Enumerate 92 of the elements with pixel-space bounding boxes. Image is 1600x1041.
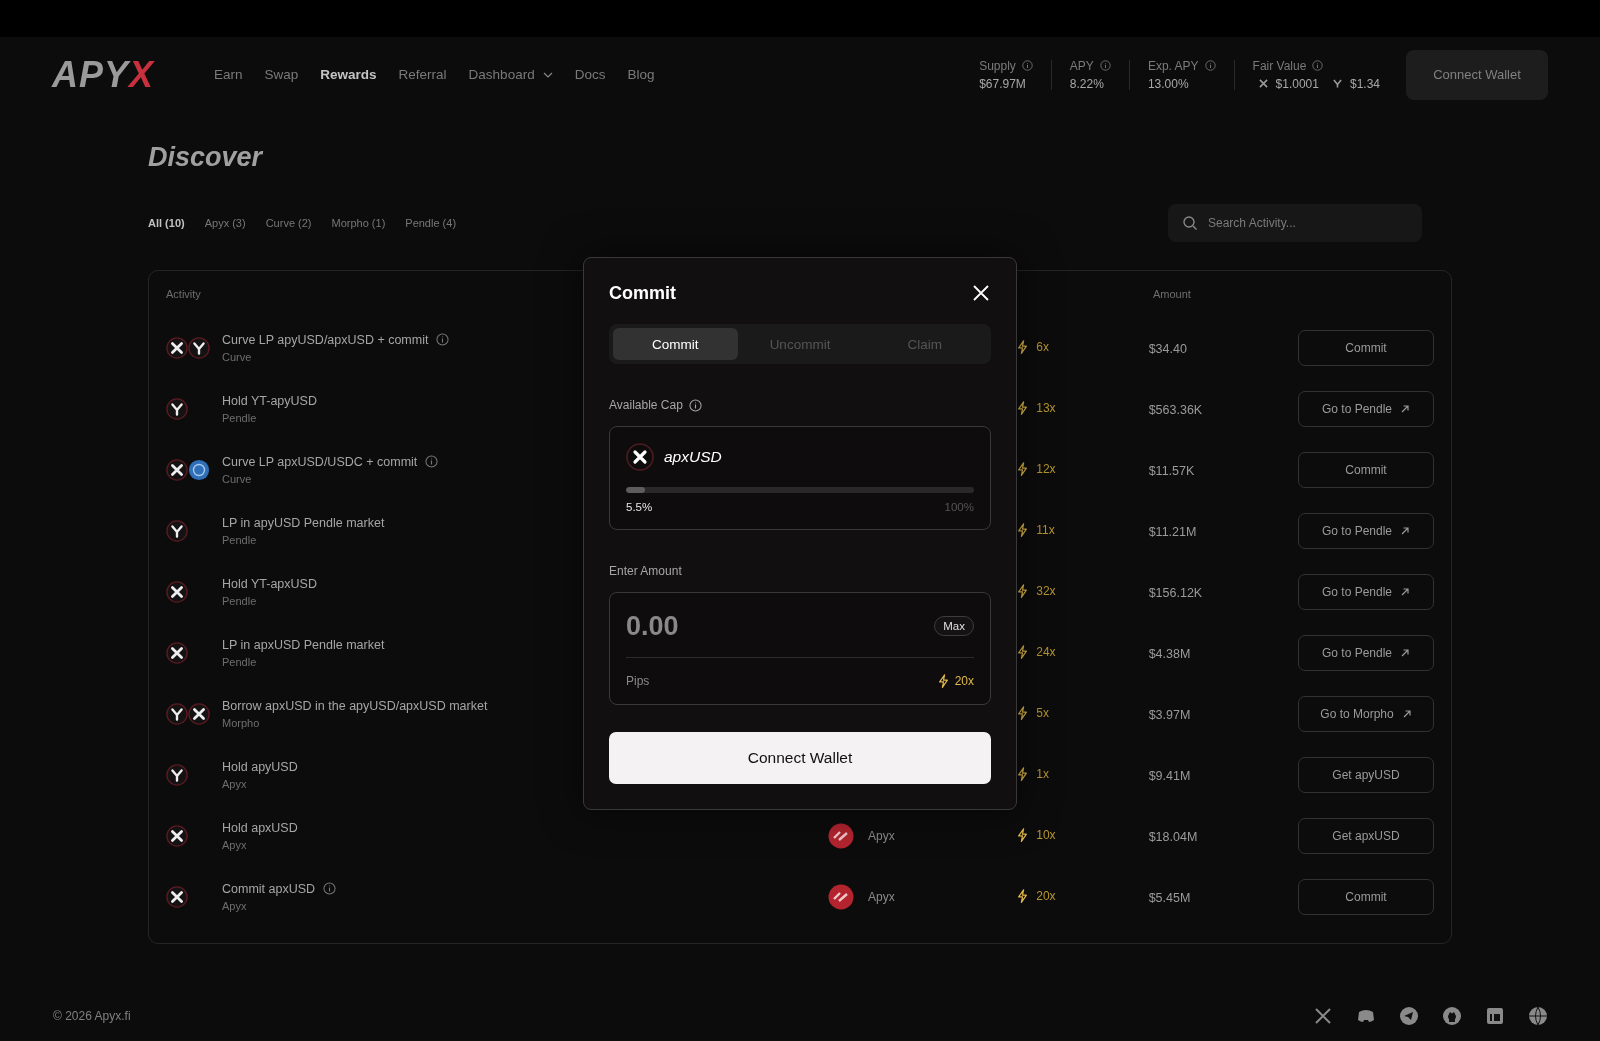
activity-source: Apyx <box>222 899 248 912</box>
filter-tab[interactable]: Curve (2) <box>265 217 312 229</box>
amount-value: $3.97M <box>1148 707 1191 722</box>
filter-tab[interactable]: Pendle (4) <box>405 217 457 229</box>
boost-value: 11x <box>1036 523 1055 538</box>
action-button[interactable]: Go to Pendle <box>1298 390 1434 427</box>
search-field[interactable]: Search Activity... <box>1168 204 1422 242</box>
amount-value: $4.38M <box>1148 646 1191 661</box>
nav-link[interactable]: Blog <box>627 67 655 82</box>
action-button[interactable]: Get apyUSD <box>1298 756 1434 793</box>
boost-value: 6x <box>1036 340 1049 355</box>
action-button[interactable]: Commit <box>1298 451 1434 488</box>
activity-title: Borrow apxUSD in the apyUSD/apxUSD market <box>222 698 488 713</box>
tab[interactable]: Commit <box>613 328 738 360</box>
activity-source: Apyx <box>222 777 248 790</box>
stat-value: $67.97M <box>979 76 1027 91</box>
amount-value: $563.36K <box>1148 402 1203 417</box>
price-value: $1.34 <box>1349 76 1380 91</box>
nav-link[interactable]: Rewards <box>320 67 377 82</box>
boost-value: 24x <box>1036 645 1056 660</box>
stat-label: APY <box>1069 58 1094 73</box>
activity-title: LP in apyUSD Pendle market <box>222 515 385 530</box>
boost-value: 20x <box>1036 889 1056 904</box>
activity-title: Commit apxUSD <box>222 881 316 896</box>
nav-link[interactable]: Referral <box>398 67 447 82</box>
activity-title: Hold apyUSD <box>222 759 298 774</box>
column-header: Amount <box>1153 288 1191 300</box>
action-button[interactable]: Get apxUSD <box>1298 817 1434 854</box>
logo[interactable]: APYX <box>52 53 182 96</box>
activity-title: Hold apxUSD <box>222 820 298 835</box>
action-button[interactable]: Commit <box>1298 878 1434 915</box>
action-button[interactable]: Go to Morpho <box>1298 695 1434 732</box>
filter-tab[interactable]: Apyx (3) <box>204 217 246 229</box>
activity-title: LP in apxUSD Pendle market <box>222 637 385 652</box>
activity-source: Curve <box>222 350 253 363</box>
token-name: apxUSD <box>664 448 722 466</box>
activity-title: Hold YT-apxUSD <box>222 576 317 591</box>
amount-value: $34.40 <box>1148 341 1187 356</box>
amount-value: $11.21M <box>1148 524 1197 539</box>
boost-value: 12x <box>1036 462 1056 477</box>
platform-name: Apyx <box>868 828 895 843</box>
boost-value: 13x <box>1036 401 1056 416</box>
amount-value: $18.04M <box>1148 829 1198 844</box>
boost-value: 1x <box>1036 767 1049 782</box>
amount-value: $9.41M <box>1148 768 1191 783</box>
nav-link[interactable]: Dashboard <box>468 67 553 82</box>
amount-input[interactable]: 0.00 <box>626 610 826 642</box>
activity-source: Apyx <box>222 838 248 851</box>
action-button[interactable]: Go to Pendle <box>1298 512 1434 549</box>
amount-value: $11.57K <box>1148 463 1195 478</box>
dialog-title: Commit <box>609 282 676 304</box>
stat-value: 8.22% <box>1069 76 1105 91</box>
cap-max: 100% <box>944 501 974 513</box>
action-button[interactable]: Go to Pendle <box>1298 573 1434 610</box>
copyright: © 2026 Apyx.fi <box>53 1009 131 1023</box>
stat-label: Fair Value <box>1252 58 1307 73</box>
connect-wallet-button[interactable]: Connect Wallet <box>609 732 991 785</box>
connect-wallet-button[interactable]: Connect Wallet <box>1406 49 1548 100</box>
activity-source: Pendle <box>222 594 258 607</box>
activity-source: Pendle <box>222 533 258 546</box>
amount-value: $5.45M <box>1148 890 1191 905</box>
stat-label: Exp. APY <box>1147 58 1199 73</box>
page-title: Discover <box>148 142 264 174</box>
pips-value: 20x <box>954 674 974 689</box>
pips-label: Pips <box>626 674 650 689</box>
max-button[interactable]: Max <box>934 616 974 636</box>
price-value: $1.0001 <box>1275 76 1319 91</box>
filter-tab[interactable]: Morpho (1) <box>331 217 386 229</box>
stat-label: Supply <box>979 58 1016 73</box>
nav-link[interactable]: Swap <box>264 67 299 82</box>
column-header: Activity <box>166 288 201 300</box>
activity-title: Curve LP apyUSD/apxUSD + commit <box>222 332 429 347</box>
cap-reading: 5.5% <box>626 501 653 513</box>
boost-value: 32x <box>1036 584 1056 599</box>
activity-source: Morpho <box>222 716 261 729</box>
activity-title: Hold YT-apyUSD <box>222 393 317 408</box>
field-label: Enter Amount <box>609 564 682 578</box>
boost-value: 10x <box>1036 828 1056 843</box>
activity-source: Pendle <box>222 655 258 668</box>
platform-name: Apyx <box>868 889 895 904</box>
filter-tab[interactable]: All (10) <box>148 217 185 229</box>
nav-link[interactable]: Earn <box>214 67 243 82</box>
amount-value: $156.12K <box>1148 585 1203 600</box>
stat-value: 13.00% <box>1147 76 1190 91</box>
activity-source: Curve <box>222 472 253 485</box>
nav-link[interactable]: Docs <box>574 67 606 82</box>
action-button[interactable]: Go to Pendle <box>1298 634 1434 671</box>
boost-value: 5x <box>1036 706 1049 721</box>
field-label: Available Cap <box>609 398 683 412</box>
action-button[interactable]: Commit <box>1298 329 1434 366</box>
activity-source: Pendle <box>222 411 258 424</box>
activity-title: Curve LP apxUSD/USDC + commit <box>222 454 418 469</box>
